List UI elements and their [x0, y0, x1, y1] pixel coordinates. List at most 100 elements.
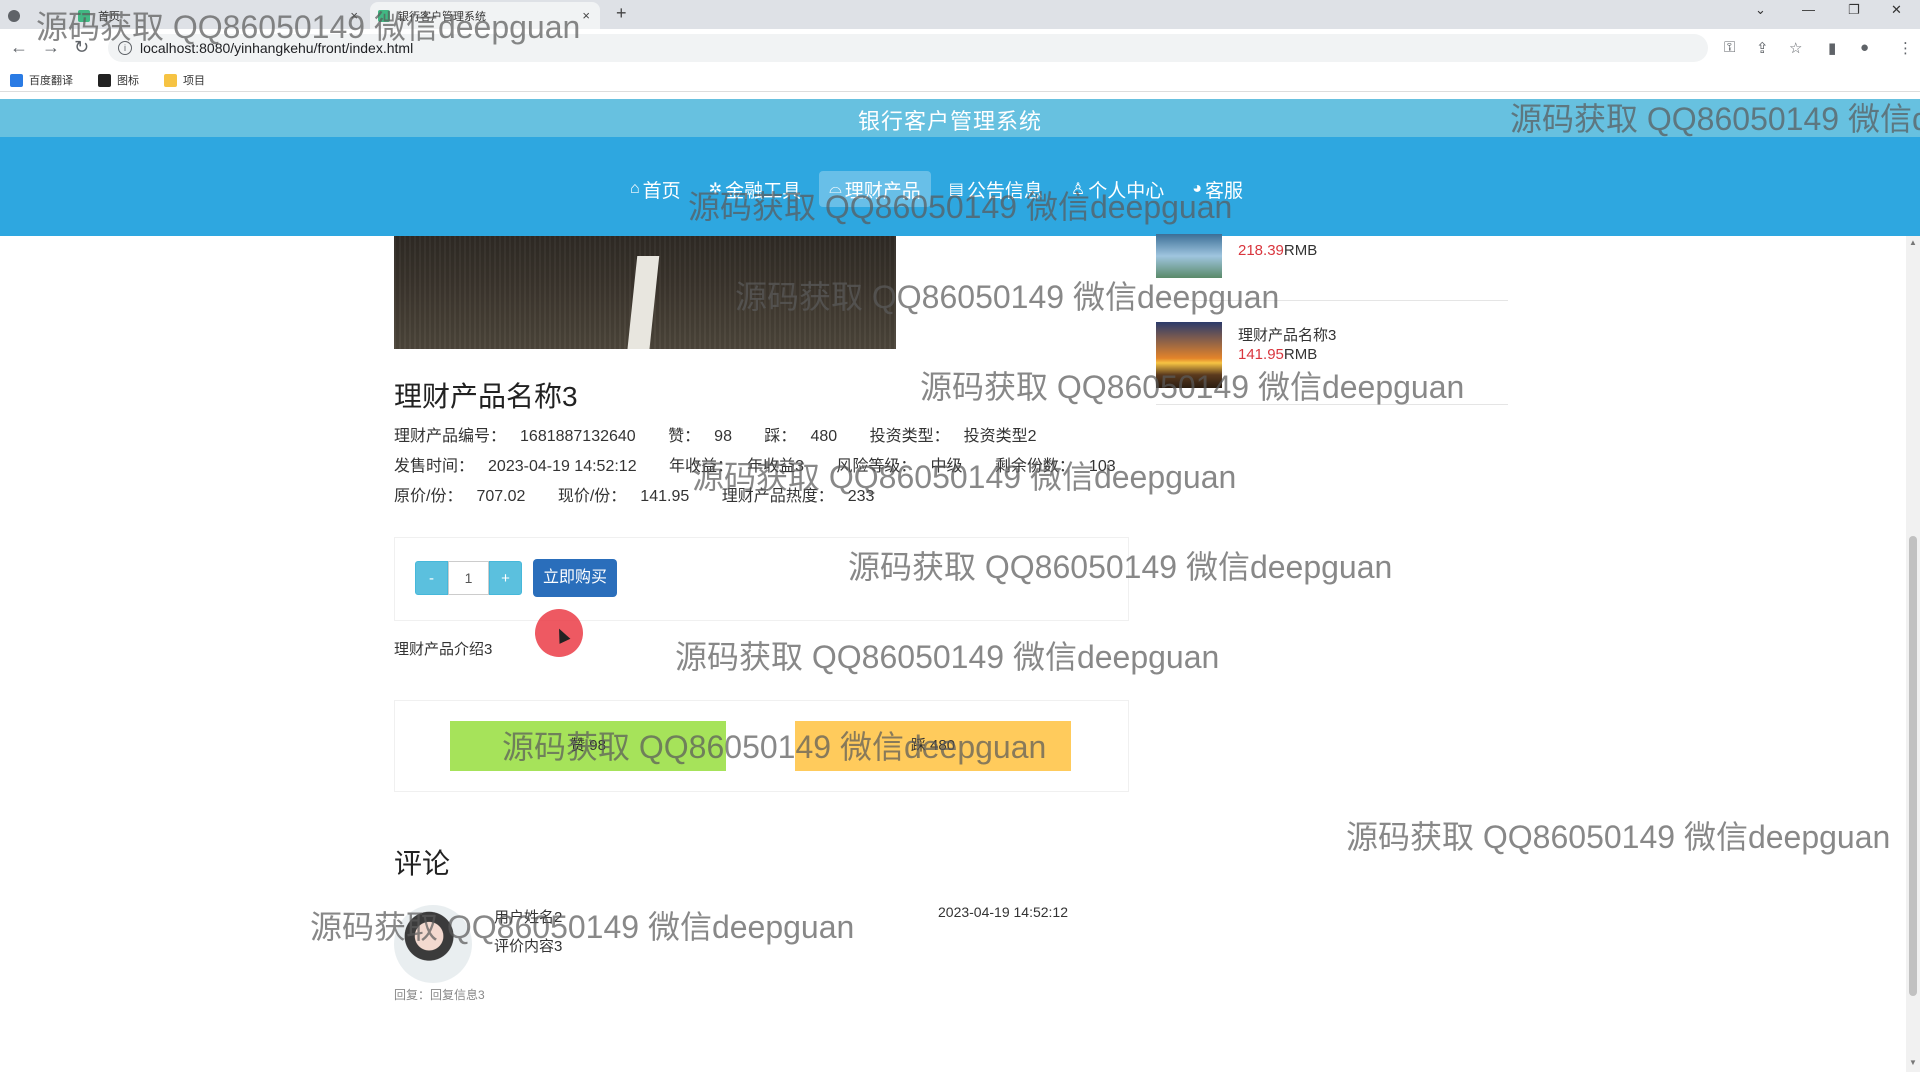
nav-user-center[interactable]: ♙ 个人中心 [1061, 171, 1174, 207]
time-label: 发售时间： [394, 458, 475, 475]
code-label: 理财产品编号： [394, 428, 507, 445]
bookmark-label: 百度翻译 [29, 75, 73, 87]
sidepanel-icon[interactable]: ▮ [1828, 39, 1836, 57]
bookmark-item[interactable]: 图标 [98, 72, 139, 88]
close-tab-icon[interactable]: × [582, 8, 590, 23]
folder-icon [164, 73, 177, 87]
qty-decrease-button[interactable]: - [415, 561, 448, 595]
sidebar-product-item[interactable]: 理财产品名称3 141.95RMB [1156, 320, 1508, 405]
nav-label: 公告信息 [966, 180, 1043, 202]
type-label: 投资类型： [869, 428, 950, 445]
tab-title: 首页 [98, 10, 120, 23]
forward-icon[interactable]: → [42, 37, 60, 58]
translate-icon [10, 73, 23, 87]
bookmark-label: 图标 [117, 75, 139, 87]
browser-tab-active[interactable]: 银行客户管理系统 × [370, 2, 600, 29]
sidebar-price: 218.39RMB [1238, 242, 1317, 259]
sidebar-price: 141.95RMB [1238, 346, 1317, 363]
nav-home[interactable]: ⌂ 首页 [620, 171, 691, 207]
scroll-up-icon[interactable]: ▲ [1909, 238, 1917, 247]
avatar [394, 905, 472, 983]
sidebar-product-item[interactable]: 218.39RMB [1156, 234, 1508, 301]
bookmark-item[interactable]: 项目 [164, 72, 205, 88]
image-icon [98, 73, 111, 87]
nav-label: 理财产品 [844, 180, 921, 202]
tab-search-icon[interactable]: ⌄ [1755, 2, 1766, 18]
risk-value: 中级 [930, 458, 963, 475]
price-value: 218.39 [1238, 242, 1284, 259]
like-button[interactable]: 赞 98 [450, 721, 726, 771]
qty-input[interactable]: 1 [448, 561, 489, 595]
like-value: 98 [714, 428, 732, 445]
tab-title: 银行客户管理系统 [398, 10, 486, 23]
product-intro: 理财产品介绍3 [394, 641, 493, 658]
share-icon[interactable]: ⇪ [1756, 39, 1769, 57]
support-icon: ◕ [1192, 180, 1202, 197]
time-value: 2023-04-19 14:52:12 [488, 458, 637, 475]
dislike-value: 480 [810, 428, 838, 445]
url-field[interactable]: i localhost:8080/yinhangkehu/front/index… [108, 34, 1708, 62]
remain-label: 剩余份数： [994, 458, 1075, 475]
purchase-box: - 1 + 立即购买 [394, 537, 1129, 621]
close-window-icon[interactable]: ✕ [1891, 2, 1902, 18]
like-label: 赞： [668, 428, 701, 445]
comment-text: 评价内容3 [494, 938, 563, 955]
orig-price-value: 707.02 [476, 488, 526, 505]
bookmark-item[interactable]: 百度翻译 [10, 72, 73, 88]
page-scrollbar[interactable]: ▲ ▼ [1906, 236, 1920, 1072]
nav-products[interactable]: ⌓ 理财产品 [819, 171, 931, 207]
watermark: 源码获取 QQ86050149 微信deepguan [1346, 819, 1891, 855]
qty-increase-button[interactable]: + [489, 561, 522, 595]
scroll-thumb[interactable] [1909, 536, 1917, 996]
browser-tab-bar: 首页 × 银行客户管理系统 × + ⌄ — ❐ ✕ [0, 0, 1920, 29]
price-value: 141.95 [1238, 346, 1284, 363]
address-bar-row: ← → ↻ i localhost:8080/yinhangkehu/front… [0, 29, 1920, 68]
user-icon: ♙ [1070, 181, 1086, 198]
minimize-icon[interactable]: — [1802, 2, 1815, 17]
product-image [394, 236, 896, 349]
comment-time: 2023-04-19 14:52:12 [938, 904, 1068, 920]
hot-value: 233 [847, 488, 875, 505]
key-icon[interactable]: ⚿ [1724, 39, 1735, 56]
product-thumbnail [1156, 234, 1222, 278]
bookmarks-bar: 百度翻译 图标 项目 [0, 67, 1920, 92]
comments-title: 评论 [394, 848, 451, 879]
watermark: 源码获取 QQ86050149 微信deepguan [675, 639, 1220, 675]
profile-icon[interactable]: ● [1860, 39, 1869, 56]
new-tab-button[interactable]: + [616, 3, 627, 24]
nav-label: 个人中心 [1088, 180, 1165, 202]
info-icon[interactable]: i [118, 41, 132, 55]
product-meta-row-2: 发售时间： 2023-04-19 14:52:12 年收益： 年收益3 风险等级： 中… [394, 452, 1144, 476]
site-title: 银行客户管理系统 [857, 109, 1042, 134]
reload-icon[interactable]: ↻ [74, 37, 89, 58]
graduation-cap-icon: ⌓ [829, 180, 842, 197]
watermark: 源码获取 QQ86050149 微信deepguan [310, 909, 855, 945]
annual-value: 年收益3 [747, 458, 804, 475]
dislike-label: 踩： [764, 428, 797, 445]
comment-reply: 回复：回复信息3 [394, 988, 485, 1002]
star-icon[interactable]: ☆ [1789, 39, 1802, 57]
type-value: 投资类型2 [963, 428, 1037, 445]
home-icon: ⌂ [630, 180, 640, 197]
menu-icon[interactable]: ⋮ [1898, 39, 1913, 57]
vote-box: 赞 98 踩 480 [394, 700, 1129, 792]
back-icon[interactable]: ← [10, 37, 28, 58]
now-price-value: 141.95 [640, 488, 690, 505]
now-price-label: 现价/份： [557, 488, 627, 505]
annual-label: 年收益： [669, 458, 734, 475]
dislike-button[interactable]: 踩 480 [795, 721, 1071, 771]
nav-label: 金融工具 [725, 180, 802, 202]
nav-support[interactable]: ◕ 客服 [1182, 171, 1253, 207]
close-tab-icon[interactable]: × [350, 8, 358, 23]
price-unit: RMB [1283, 242, 1318, 259]
buy-now-button[interactable]: 立即购买 [533, 559, 617, 597]
sidebar-product-name: 理财产品名称3 [1238, 327, 1337, 344]
main-nav: ⌂ 首页 ✲ 金融工具 ⌓ 理财产品 ▤ 公告信息 ♙ 个人中心 ◕ 客服 [0, 137, 1920, 236]
remain-value: 103 [1088, 458, 1116, 475]
browser-tab-home[interactable]: 首页 × [8, 2, 368, 29]
scroll-down-icon[interactable]: ▼ [1909, 1058, 1917, 1067]
price-unit: RMB [1283, 346, 1318, 363]
restore-icon[interactable]: ❐ [1848, 2, 1860, 18]
nav-financial-tools[interactable]: ✲ 金融工具 [699, 171, 811, 207]
nav-notices[interactable]: ▤ 公告信息 [939, 171, 1053, 207]
